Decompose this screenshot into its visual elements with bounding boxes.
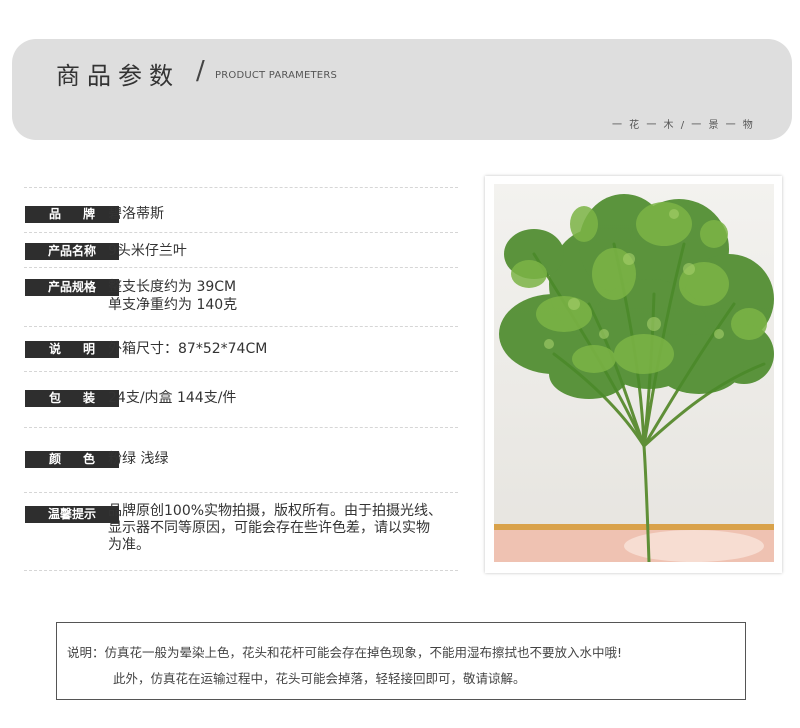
param-label-tips: 温馨提示 [25,506,119,523]
page-subtitle: PRODUCT PARAMETERS [215,70,338,81]
param-value-spec-line-1: 整支长度约为 39CM [108,279,237,295]
care-notice-line-1: 说明：仿真花一般为晕染上色，花头和花杆可能会存在掉色现象，不能用湿布擦拭也不要放… [67,645,623,660]
param-value-tips-line-1: 品牌原创100%实物拍摄，版权所有。由于拍摄光线、 [108,503,443,519]
param-label-packaging: 包装 [25,390,119,407]
param-label-description: 说明 [25,341,119,358]
divider [24,492,458,493]
divider [24,232,458,233]
param-label-spec: 产品规格 [25,279,119,296]
title-slash: / [196,56,205,86]
divider [24,187,458,188]
divider [24,570,458,571]
divider [24,427,458,428]
param-value-packaging: 24支/内盒 144支/件 [108,390,237,406]
care-notice-box: 说明：仿真花一般为晕染上色，花头和花杆可能会存在掉色现象，不能用湿布擦拭也不要放… [56,622,746,700]
param-label-product-name: 产品名称 [25,243,119,260]
care-notice-line-2: 此外，仿真花在运输过程中，花头可能会掉落，轻轻接回即可，敬请谅解。 [113,671,526,686]
brand-motto: 一 花 一 木 / 一 景 一 物 [612,120,755,131]
product-photo-frame [485,176,782,573]
param-value-product-name: 9头米仔兰叶 [108,243,187,259]
param-value-spec-line-2: 单支净重约为 140克 [108,297,238,313]
param-label-brand: 品牌 [25,206,119,223]
param-value-brand: 碧洛蒂斯 [108,206,164,222]
param-value-color: 粉绿 浅绿 [108,451,169,467]
param-value-tips-line-3: 为准。 [108,537,150,553]
page-title: 商品参数 [56,62,180,90]
divider [24,371,458,372]
product-photo [494,184,774,562]
param-value-description: 外箱尺寸：87*52*74CM [108,341,268,357]
plant-illustration [494,184,774,562]
divider [24,267,458,268]
param-table: 品牌 碧洛蒂斯 产品名称 9头米仔兰叶 产品规格 整支长度约为 39CM 单支净… [24,187,458,572]
param-label-color: 颜色 [25,451,119,468]
divider [24,326,458,327]
param-value-tips-line-2: 显示器不同等原因，可能会存在些许色差，请以实物 [108,520,430,536]
